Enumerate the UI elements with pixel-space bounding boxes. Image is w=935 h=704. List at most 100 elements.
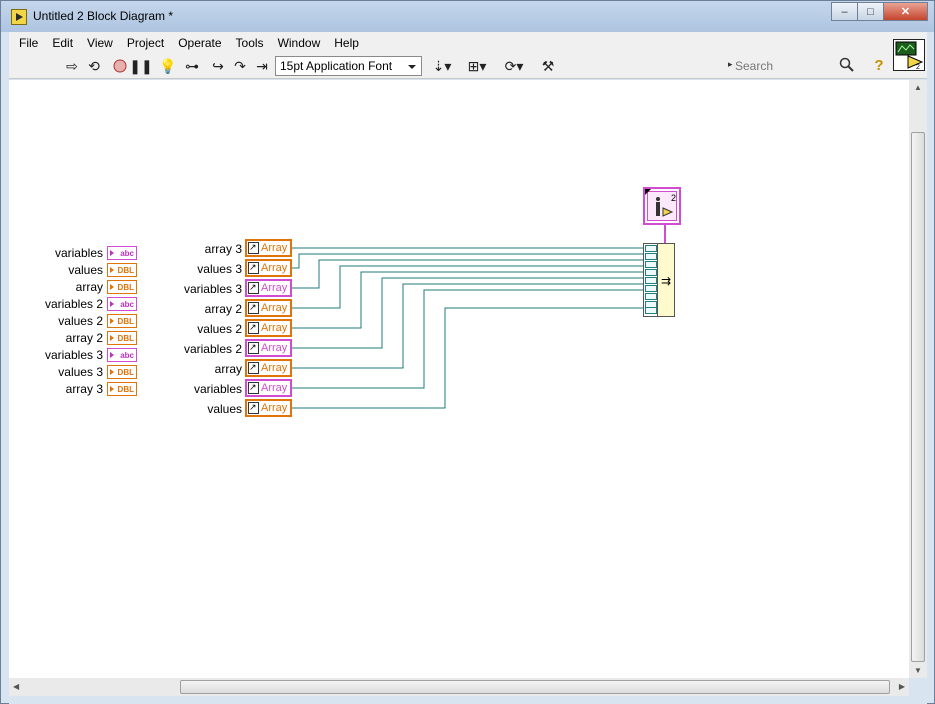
window-title: Untitled 2 Block Diagram * <box>33 9 174 23</box>
array-constant[interactable]: Array <box>245 359 292 377</box>
pause-icon[interactable]: ❚❚ <box>129 57 152 75</box>
vi-icon-number: 2 <box>916 64 920 70</box>
vi-icon[interactable]: 2 <box>893 39 925 71</box>
font-select[interactable]: 15pt Application Font <box>275 56 422 76</box>
scroll-down-icon[interactable]: ▼ <box>914 666 922 675</box>
array-constant[interactable]: Array <box>245 299 292 317</box>
horizontal-scrollbar[interactable]: ◀ ▶ <box>9 678 909 696</box>
cluster-count: 2 <box>670 193 676 203</box>
abort-icon[interactable] <box>111 57 129 75</box>
retain-wire-values-icon[interactable]: ⊶ <box>183 57 201 75</box>
menu-file[interactable]: File <box>9 36 45 50</box>
array-node-label: variables <box>193 382 242 396</box>
array-node-text: Array <box>261 302 288 314</box>
array-node-text: Array <box>261 322 288 334</box>
menu-help[interactable]: Help <box>327 36 366 50</box>
menu-edit[interactable]: Edit <box>45 36 80 50</box>
wire <box>292 307 644 409</box>
status-bar <box>9 696 927 704</box>
array-node-label: array 3 <box>204 242 242 256</box>
array-index-icon <box>248 340 259 354</box>
build-array-node[interactable]: ⇉ <box>643 243 675 317</box>
toolbar: ⇨ ⟲ ❚❚ 💡 ⊶ ↪ ↷ ⇥ 15pt Application Font ⇣… <box>9 53 927 79</box>
cluster-corner-icon <box>645 189 651 195</box>
align-objects-icon[interactable]: ⇣▾ <box>429 57 455 75</box>
array-constant[interactable]: Array <box>245 379 292 397</box>
close-button[interactable]: ✕ <box>883 2 928 21</box>
scroll-left-icon[interactable]: ◀ <box>13 682 19 691</box>
input-terminal[interactable] <box>645 293 657 300</box>
array-node-text: Array <box>261 242 288 254</box>
horizontal-scroll-thumb[interactable] <box>180 680 890 694</box>
array-node-text: Array <box>261 262 288 274</box>
distribute-objects-icon[interactable]: ⊞▾ <box>464 57 490 75</box>
array-node-label: values 2 <box>197 322 242 336</box>
array-constant[interactable]: Array <box>245 399 292 417</box>
vertical-scrollbar[interactable]: ▲ ▼ <box>909 80 927 678</box>
input-terminal[interactable] <box>645 245 657 252</box>
array-index-icon <box>248 300 259 314</box>
menu-tools[interactable]: Tools <box>229 36 271 50</box>
input-terminal[interactable] <box>645 269 657 276</box>
scroll-right-icon[interactable]: ▶ <box>899 682 905 691</box>
step-out-icon[interactable]: ⇥ <box>253 57 271 75</box>
wire-layer <box>292 225 666 409</box>
array-constant[interactable]: Array <box>245 279 292 297</box>
input-terminal[interactable] <box>645 307 657 314</box>
minimize-button[interactable]: – <box>831 2 858 21</box>
input-terminal[interactable] <box>645 285 657 292</box>
array-node-label: array 2 <box>204 302 242 316</box>
array-index-icon <box>248 320 259 334</box>
array-node-label: array <box>214 362 242 376</box>
menu-operate[interactable]: Operate <box>171 36 228 50</box>
array-constant[interactable]: Array <box>245 259 292 277</box>
labview-app-icon <box>11 9 27 25</box>
array-constant[interactable]: Array <box>245 319 292 337</box>
input-terminal[interactable] <box>645 261 657 268</box>
help-icon[interactable]: ? <box>870 57 888 75</box>
array-node-text: Array <box>261 382 288 394</box>
chevron-down-icon <box>408 65 416 69</box>
block-diagram-canvas[interactable]: variables abc values DBL array DBL varia… <box>9 80 909 678</box>
wire <box>292 289 644 389</box>
labview-window: Untitled 2 Block Diagram * – □ ✕ File Ed… <box>0 0 935 704</box>
array-index-icon <box>248 360 259 374</box>
step-over-icon[interactable]: ↷ <box>231 57 249 75</box>
wire <box>292 283 644 369</box>
menu-view[interactable]: View <box>80 36 120 50</box>
array-node-label: variables 3 <box>183 282 242 296</box>
array-index-icon <box>248 380 259 394</box>
input-terminal[interactable] <box>645 253 657 260</box>
array-node-text: Array <box>261 282 288 294</box>
search-icon[interactable] <box>839 57 855 73</box>
menu-bar: File Edit View Project Operate Tools Win… <box>9 32 927 53</box>
scroll-up-icon[interactable]: ▲ <box>914 83 922 92</box>
build-array-inputs <box>644 244 658 316</box>
array-node-text: Array <box>261 342 288 354</box>
clean-up-diagram-icon[interactable]: ⚒ <box>537 57 559 75</box>
menu-window[interactable]: Window <box>271 36 328 50</box>
title-bar[interactable]: Untitled 2 Block Diagram * – □ ✕ <box>1 1 934 32</box>
array-index-icon <box>248 280 259 294</box>
menu-project[interactable]: Project <box>120 36 171 50</box>
array-constant[interactable]: Array <box>245 239 292 257</box>
array-node-label: variables 2 <box>183 342 242 356</box>
step-into-icon[interactable]: ↪ <box>209 57 227 75</box>
input-terminal[interactable] <box>645 277 657 284</box>
reorder-icon[interactable]: ⟳▾ <box>501 57 527 75</box>
array-node-label: values 3 <box>197 262 242 276</box>
array-node-text: Array <box>261 362 288 374</box>
run-continuously-icon[interactable]: ⟲ <box>85 57 103 75</box>
maximize-button[interactable]: □ <box>857 2 884 21</box>
cluster-constant[interactable]: 2 <box>643 187 681 225</box>
array-index-icon <box>248 400 259 414</box>
array-index-icon <box>248 240 259 254</box>
window-controls: – □ ✕ <box>831 2 928 21</box>
highlight-execution-icon[interactable]: 💡 <box>159 57 177 75</box>
wire <box>292 277 644 349</box>
array-node-text: Array <box>261 402 288 414</box>
run-arrow-icon[interactable]: ⇨ <box>63 57 81 75</box>
vertical-scroll-thumb[interactable] <box>911 132 925 662</box>
array-constant[interactable]: Array <box>245 339 292 357</box>
font-select-value: 15pt Application Font <box>280 59 393 73</box>
